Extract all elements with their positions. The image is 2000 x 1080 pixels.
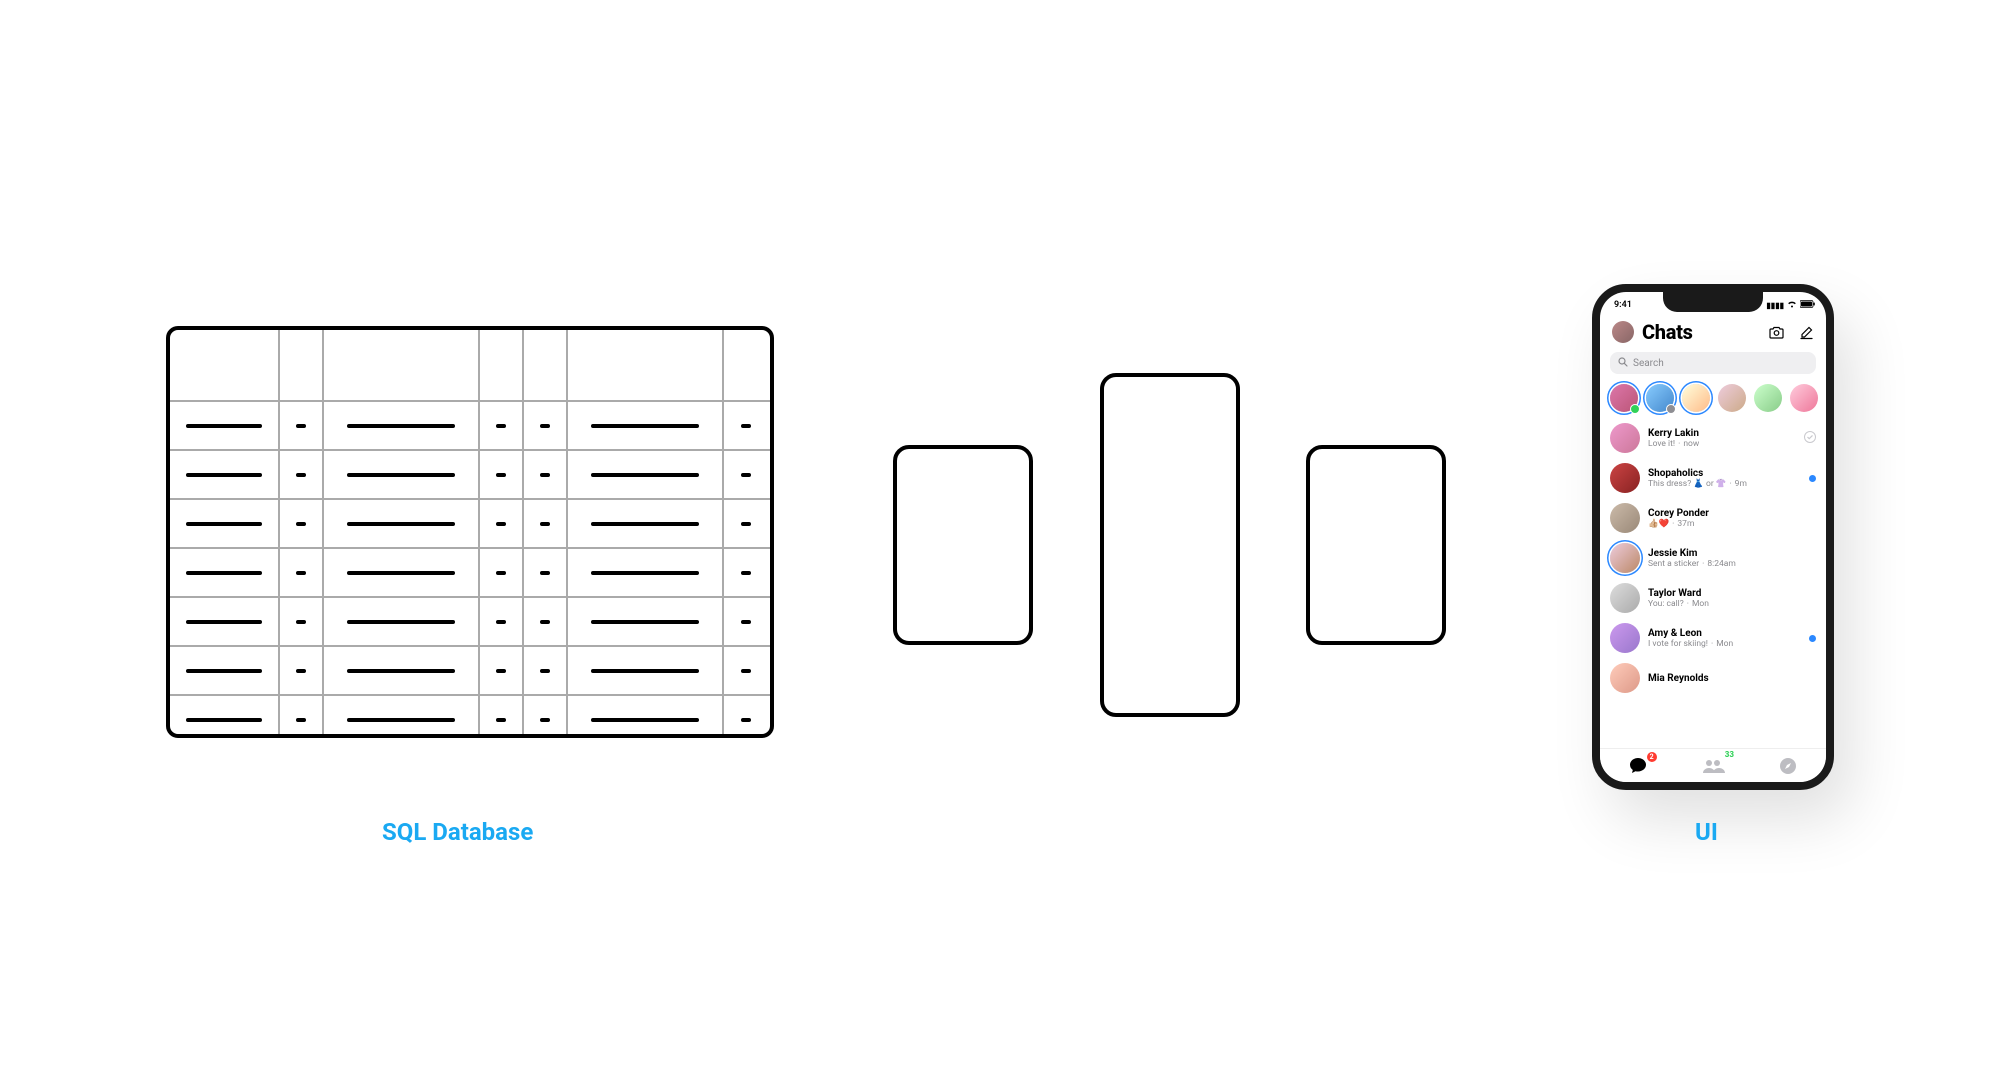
db-row bbox=[170, 400, 770, 449]
phone-notch bbox=[1663, 292, 1763, 312]
phone-screen: 9:41 ▮▮▮▮ Chats bbox=[1600, 292, 1826, 782]
chat-subtitle: Love it!·now bbox=[1648, 439, 1796, 449]
search-input[interactable]: Search bbox=[1610, 352, 1816, 374]
chat-subtitle: 👍🏼❤️·37m bbox=[1648, 519, 1808, 529]
chat-right-indicator bbox=[1809, 635, 1816, 642]
search-placeholder: Search bbox=[1633, 358, 1664, 369]
camera-icon[interactable] bbox=[1768, 324, 1784, 340]
tab-people-count: 33 bbox=[1725, 750, 1734, 759]
chat-list: Kerry LakinLove it!·nowShopaholicsThis d… bbox=[1600, 418, 1826, 698]
chat-item[interactable]: Kerry LakinLove it!·now bbox=[1610, 418, 1816, 458]
chats-title: Chats bbox=[1642, 320, 1693, 344]
chat-item[interactable]: Jessie KimSent a sticker·8:24am bbox=[1610, 538, 1816, 578]
story-status-dot bbox=[1666, 404, 1676, 414]
chat-subtitle: This dress? 👗 or 👚·9m bbox=[1648, 479, 1801, 489]
chat-avatar bbox=[1610, 583, 1640, 613]
chat-item[interactable]: Corey Ponder👍🏼❤️·37m bbox=[1610, 498, 1816, 538]
search-icon bbox=[1618, 357, 1628, 370]
chat-name: Corey Ponder bbox=[1648, 508, 1808, 519]
story-avatar[interactable] bbox=[1682, 384, 1710, 412]
chat-avatar bbox=[1610, 663, 1640, 693]
chat-subtitle: Sent a sticker·8:24am bbox=[1648, 559, 1808, 569]
tab-chats[interactable]: 2 bbox=[1623, 754, 1653, 778]
tab-discover[interactable] bbox=[1773, 754, 1803, 778]
story-avatar[interactable] bbox=[1754, 384, 1782, 412]
chat-item[interactable]: ShopaholicsThis dress? 👗 or 👚·9m bbox=[1610, 458, 1816, 498]
story-avatar[interactable] bbox=[1646, 384, 1674, 412]
chat-avatar bbox=[1610, 623, 1640, 653]
chat-avatar bbox=[1610, 423, 1640, 453]
chat-avatar bbox=[1610, 543, 1640, 573]
chat-subtitle: You: call?·Mon bbox=[1648, 599, 1808, 609]
status-right: ▮▮▮▮ bbox=[1766, 300, 1816, 310]
sql-database-label: SQL Database bbox=[382, 818, 533, 846]
tab-people[interactable]: 33 bbox=[1698, 754, 1728, 778]
compose-icon[interactable] bbox=[1798, 324, 1814, 340]
db-header-row bbox=[170, 330, 770, 400]
story-status-dot bbox=[1630, 404, 1640, 414]
sql-database-illustration bbox=[166, 326, 774, 738]
wifi-icon bbox=[1787, 300, 1797, 310]
middle-rect-2 bbox=[1100, 373, 1240, 717]
middle-rect-1 bbox=[893, 445, 1033, 645]
tab-bar: 2 33 bbox=[1600, 748, 1826, 782]
db-row bbox=[170, 645, 770, 694]
db-row bbox=[170, 498, 770, 547]
db-row bbox=[170, 596, 770, 645]
battery-icon bbox=[1800, 300, 1816, 310]
db-row bbox=[170, 449, 770, 498]
chats-header: Chats bbox=[1600, 314, 1826, 348]
middle-rect-3 bbox=[1306, 445, 1446, 645]
chat-subtitle: I vote for skiing!·Mon bbox=[1648, 639, 1801, 649]
tab-chats-badge: 2 bbox=[1647, 752, 1657, 762]
ui-label: UI bbox=[1695, 818, 1718, 846]
chat-item[interactable]: Mia Reynolds bbox=[1610, 658, 1816, 698]
chat-item[interactable]: Taylor WardYou: call?·Mon bbox=[1610, 578, 1816, 618]
chat-name: Taylor Ward bbox=[1648, 588, 1808, 599]
story-avatar[interactable] bbox=[1610, 384, 1638, 412]
phone-mock: 9:41 ▮▮▮▮ Chats bbox=[1592, 284, 1834, 790]
status-time: 9:41 bbox=[1614, 300, 1632, 310]
chat-item[interactable]: Amy & LeonI vote for skiing!·Mon bbox=[1610, 618, 1816, 658]
signal-icon: ▮▮▮▮ bbox=[1766, 301, 1784, 310]
db-row bbox=[170, 547, 770, 596]
chat-right-indicator bbox=[1809, 475, 1816, 482]
chat-right-indicator bbox=[1804, 431, 1816, 446]
chat-name: Kerry Lakin bbox=[1648, 428, 1796, 439]
profile-avatar[interactable] bbox=[1612, 321, 1634, 343]
stories-row bbox=[1600, 380, 1826, 418]
db-row bbox=[170, 694, 770, 738]
story-avatar[interactable] bbox=[1790, 384, 1818, 412]
story-avatar[interactable] bbox=[1718, 384, 1746, 412]
chat-name: Mia Reynolds bbox=[1648, 673, 1808, 684]
chat-avatar bbox=[1610, 503, 1640, 533]
chat-avatar bbox=[1610, 463, 1640, 493]
chat-name: Shopaholics bbox=[1648, 468, 1801, 479]
chat-name: Jessie Kim bbox=[1648, 548, 1808, 559]
chat-name: Amy & Leon bbox=[1648, 628, 1801, 639]
